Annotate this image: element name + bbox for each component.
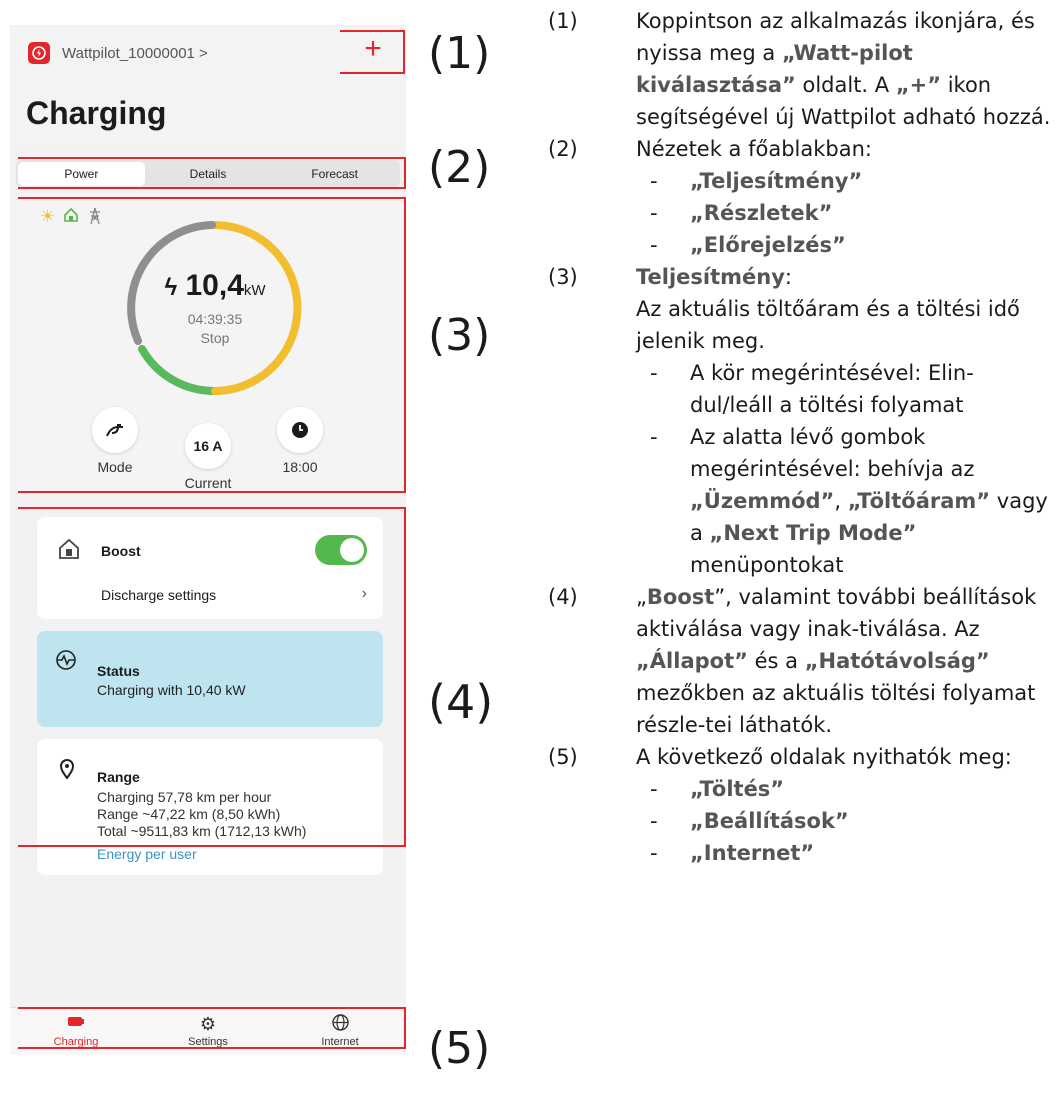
device-selector[interactable]: Wattpilot_10000001 > <box>28 42 208 64</box>
text-run: Boost <box>646 585 715 609</box>
text-run: „Internet” <box>690 841 815 865</box>
explanation-item-5-subs: - „Töltés” - „Beállítások” - „Internet” <box>548 773 1053 869</box>
text-run: Teljesítmény <box>636 265 785 289</box>
explanation-text: (1) Koppintson az alkalmazás ikonjára, é… <box>548 5 1053 869</box>
marker-3: (3) <box>428 310 491 361</box>
sub-item: - Az alatta lévő gombok megérintésével: b… <box>650 425 1048 577</box>
explanation-item-2: (2) Nézetek a főablakban: <box>548 133 1053 165</box>
bracket-4 <box>18 507 406 847</box>
sub-item: - „Teljesítmény” <box>650 169 863 193</box>
text-run: „Töltőáram” <box>847 489 991 513</box>
text-run: „Állapot” <box>636 649 748 673</box>
energy-per-user-link[interactable]: Energy per user <box>97 846 197 862</box>
sub-item: -A kör megérintésével: Elin-dul/leáll a … <box>650 361 974 417</box>
explanation-item-4: (4) „Boost”, valamint további beállításo… <box>548 581 1053 741</box>
text-run: „Beállítások” <box>690 809 849 833</box>
explanation-item-5: (5) A következő oldalak nyithatók meg: <box>548 741 1053 773</box>
explanation-item-3: (3) Teljesítmény: Az aktuális töltőáram … <box>548 261 1053 357</box>
text-run: és a <box>747 649 805 673</box>
item-number: (3) <box>548 265 578 289</box>
text-run: , <box>834 489 848 513</box>
marker-4: (4) <box>428 675 494 729</box>
item-number: (1) <box>548 9 578 33</box>
text-run: „Üzemmód” <box>690 489 835 513</box>
text-run: oldalt. A <box>795 73 896 97</box>
item-number: (5) <box>548 745 578 769</box>
text-run: Nézetek a főablakban: <box>636 137 872 161</box>
text-run: A következő oldalak nyithatók meg: <box>636 745 1012 769</box>
sub-item: - „Internet” <box>650 841 815 865</box>
sub-item: - „Beállítások” <box>650 809 849 833</box>
explanation-item-3-subs: -A kör megérintésével: Elin-dul/leáll a … <box>548 357 1053 581</box>
text-run: mezőkben az aktuális töltési folyamat ré… <box>636 681 1036 737</box>
device-name[interactable]: Wattpilot_10000001 > <box>62 45 208 62</box>
text-run: „Next Trip Mode” <box>709 521 917 545</box>
text-run: Az aktuális töltőáram és a töltési idő j… <box>636 297 1020 353</box>
text-run: Az alatta lévő gombok megérintésével: be… <box>690 425 975 481</box>
text-run: „Töltés” <box>690 777 785 801</box>
marker-5: (5) <box>428 1023 491 1074</box>
explanation-item-2-subs: - „Teljesítmény” - „Részletek” - „Előrejelz… <box>548 165 1053 261</box>
sub-item: - „Részletek” <box>650 201 833 225</box>
wattpilot-app-icon[interactable] <box>28 42 50 64</box>
text-run: „ <box>636 585 647 609</box>
text-run: „Előrejelzés” <box>690 233 846 257</box>
sub-item: - „Töltés” <box>650 777 785 801</box>
marker-1: (1) <box>428 28 491 79</box>
text-run: „Teljesítmény” <box>690 169 863 193</box>
explanation-item-1: (1) Koppintson az alkalmazás ikonjára, é… <box>548 5 1053 133</box>
item-number: (4) <box>548 585 578 609</box>
bracket-1 <box>340 30 405 74</box>
text-run: : <box>784 265 792 289</box>
bracket-3 <box>18 197 406 493</box>
text-run: „Részletek” <box>690 201 833 225</box>
text-run: „Hatótávolság” <box>804 649 990 673</box>
bracket-5 <box>18 1007 406 1049</box>
text-run: menüpontokat <box>690 553 844 577</box>
page-title: Charging <box>26 95 167 131</box>
text-run: A kör megérintésével: Elin-dul/leáll a t… <box>690 361 974 417</box>
text-run: „+” <box>895 73 942 97</box>
item-number: (2) <box>548 137 578 161</box>
marker-2: (2) <box>428 142 491 193</box>
sub-item: - „Előrejelzés” <box>650 233 846 257</box>
bracket-2 <box>18 157 406 189</box>
